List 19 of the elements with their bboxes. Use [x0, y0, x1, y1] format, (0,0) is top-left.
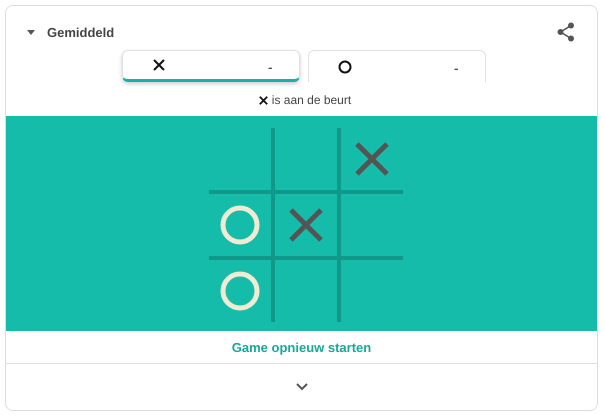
circle-icon [338, 60, 352, 74]
board-cell[interactable] [340, 194, 402, 256]
turn-text: is aan de beurt [272, 93, 352, 107]
chevron-down-icon[interactable] [296, 383, 308, 391]
caret-icon[interactable] [27, 30, 35, 34]
score-text: - [454, 59, 458, 76]
circle-mark [220, 204, 260, 244]
player-tab[interactable]: - [308, 50, 486, 82]
board-cell[interactable] [274, 260, 336, 322]
difficulty-label[interactable]: Gemiddeld [47, 24, 557, 40]
cross-icon [152, 58, 166, 72]
circle-mark [220, 270, 260, 310]
board-cell[interactable] [274, 194, 336, 256]
score-text: - [268, 58, 272, 74]
board-cell[interactable] [208, 194, 270, 256]
share-icon[interactable] [557, 22, 575, 42]
board-cell[interactable] [274, 128, 336, 190]
player-tab[interactable]: - [122, 50, 300, 82]
cross-icon [258, 94, 269, 106]
